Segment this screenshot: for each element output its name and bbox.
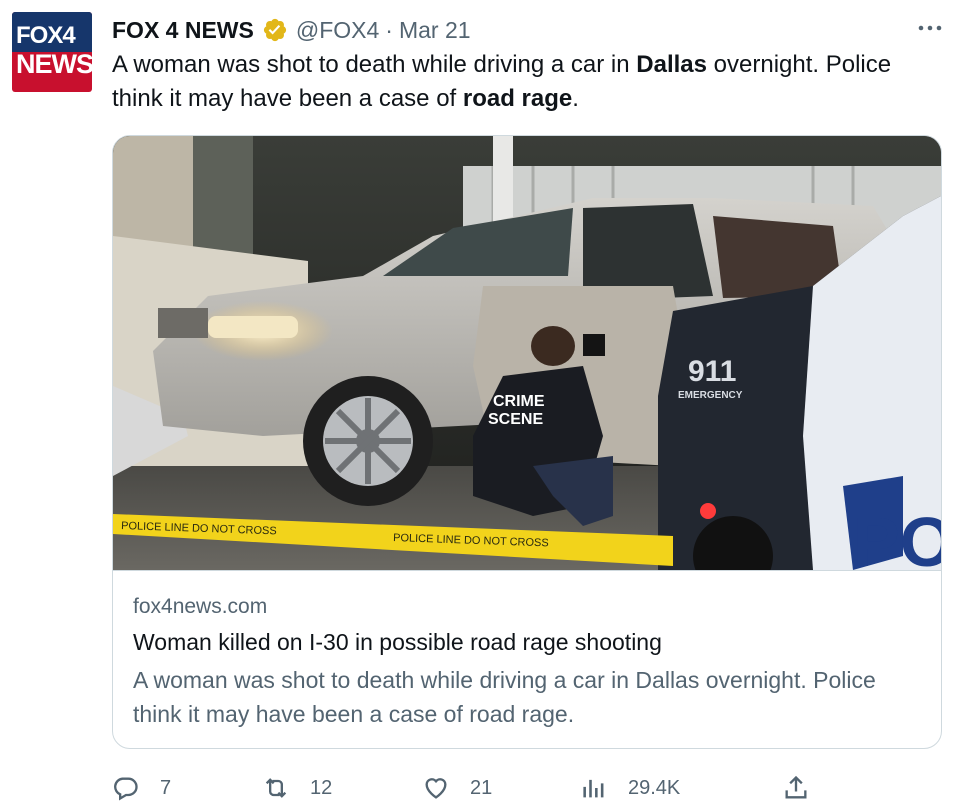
- avatar[interactable]: FOX4 NEWS: [12, 12, 92, 92]
- tweet-text: A woman was shot to death while driving …: [112, 48, 942, 116]
- link-card[interactable]: CRIME SCENE PO 911 EMERGENCY POLICE LINE…: [112, 135, 942, 749]
- display-name[interactable]: FOX 4 NEWS: [112, 17, 254, 44]
- share-button[interactable]: [782, 770, 830, 806]
- views-icon: [583, 779, 604, 798]
- like-button[interactable]: 21: [422, 770, 492, 806]
- more-horizontal-icon[interactable]: [910, 12, 950, 44]
- jacket-text: SCENE: [488, 411, 543, 428]
- card-info[interactable]: fox4news.com Woman killed on I-30 in pos…: [113, 570, 941, 748]
- action-bar: 7 12 21 29.4K: [112, 770, 942, 806]
- reply-button[interactable]: 7: [112, 770, 171, 806]
- repost-button[interactable]: 12: [262, 770, 332, 806]
- reply-icon: [114, 777, 138, 801]
- avatar-logo-line2: NEWS: [16, 49, 92, 79]
- card-title[interactable]: Woman killed on I-30 in possible road ra…: [133, 629, 662, 656]
- tweet-date[interactable]: Mar 21: [399, 17, 471, 44]
- separator-dot: ·: [385, 16, 393, 43]
- like-count: 21: [470, 776, 493, 799]
- like-icon: [425, 778, 447, 799]
- card-photo[interactable]: CRIME SCENE PO 911 EMERGENCY POLICE LINE…: [113, 136, 941, 570]
- tweet-text-bold-dallas: Dallas: [636, 51, 707, 78]
- repost-icon: [265, 778, 287, 798]
- card-description: A woman was shot to death while driving …: [133, 667, 876, 727]
- repost-count: 12: [310, 776, 333, 799]
- verified-badge-icon[interactable]: [262, 17, 288, 43]
- tweet-text-bold-road-rage: road rage: [462, 85, 573, 112]
- views-button[interactable]: 29.4K: [580, 770, 680, 806]
- tweet-text-part: A woman was shot to death while driving …: [112, 51, 637, 78]
- handle[interactable]: @FOX4: [296, 17, 379, 44]
- reply-count: 7: [160, 776, 172, 799]
- car-text-sub: EMERGENCY: [678, 390, 743, 401]
- views-count: 29.4K: [628, 776, 681, 799]
- tweet-header: FOX 4 NEWS @FOX4 · Mar 21: [112, 14, 471, 46]
- card-domain: fox4news.com: [133, 595, 268, 618]
- avatar-logo-line1: FOX4: [16, 22, 76, 49]
- car-text: 911: [688, 355, 736, 388]
- tweet-text-part: .: [572, 85, 579, 112]
- car-side-text: PO: [853, 503, 941, 570]
- share-icon: [785, 775, 807, 799]
- crime-scene-photo-illustration: CRIME SCENE PO 911 EMERGENCY POLICE LINE…: [113, 136, 941, 570]
- jacket-text: CRIME: [493, 393, 545, 410]
